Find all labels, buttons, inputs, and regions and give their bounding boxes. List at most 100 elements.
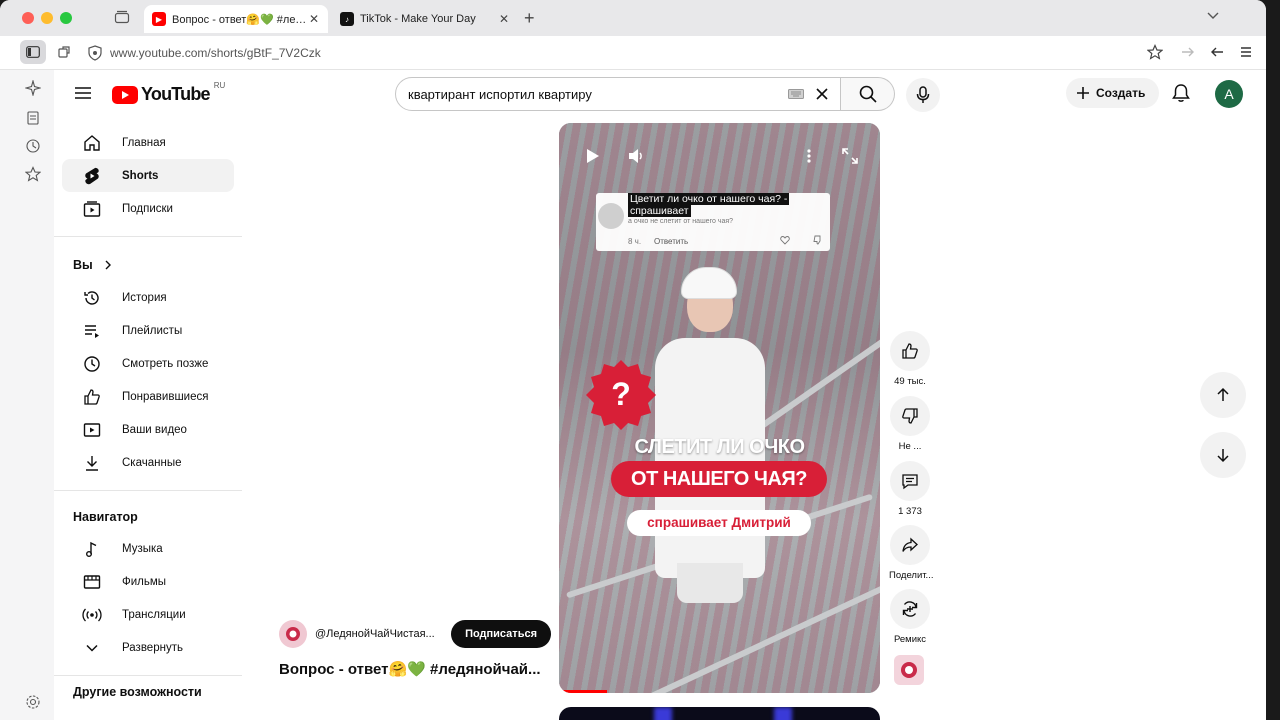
tab-tiktok[interactable]: ♪ TikTok - Make Your Day ✕ (332, 5, 518, 33)
browser-side-rail (0, 70, 54, 720)
nav-item-label: Плейлисты (122, 324, 183, 337)
nav-item-you[interactable]: Вы (62, 248, 234, 281)
reader-icon[interactable] (25, 110, 41, 126)
favorites-star-icon[interactable] (25, 166, 41, 182)
minimize-window-button[interactable] (41, 12, 53, 24)
browser-menu-icon[interactable] (1238, 44, 1254, 60)
comments-action[interactable]: 1 373 (889, 461, 931, 517)
channel-name[interactable]: @ЛедянойЧайЧистая... (315, 628, 441, 640)
divider (54, 490, 242, 491)
sound-thumbnail[interactable] (894, 655, 924, 685)
nav-item-subscriptions[interactable]: Подписки (62, 192, 234, 225)
home-icon (84, 134, 100, 151)
nav-item-your-videos[interactable]: Ваши видео (62, 413, 234, 446)
nav-item-label: Shorts (122, 169, 159, 182)
sound-logo-icon (901, 662, 917, 678)
clear-search-icon[interactable] (816, 88, 828, 100)
nav-item-shorts[interactable]: Shorts (62, 159, 234, 192)
extension-icon[interactable] (57, 45, 71, 59)
close-window-button[interactable] (22, 12, 34, 24)
tab-youtube[interactable]: ▶ Вопрос - ответ🤗💚 #ледянойч ✕ (144, 5, 328, 33)
nav-item-expand[interactable]: Развернуть (62, 631, 234, 664)
playback-progress[interactable] (559, 690, 608, 693)
nav-item-watch-later[interactable]: Смотреть позже (62, 347, 234, 380)
share-action[interactable]: Поделит... (889, 525, 934, 581)
close-tab-icon[interactable]: ✕ (308, 12, 320, 26)
nav-item-movies[interactable]: Фильмы (62, 565, 234, 598)
movies-icon (83, 574, 101, 589)
nav-item-label: Музыка (122, 542, 163, 555)
remix-label: Ремикс (893, 634, 927, 645)
nav-item-downloads[interactable]: Скачанные (62, 446, 234, 479)
youtube-icon: ▶ (152, 12, 166, 26)
nav-item-liked[interactable]: Понравившиеся (62, 380, 234, 413)
comment-text: а очко не слетит от нашего чая? (628, 218, 734, 225)
share-label: Поделит... (889, 570, 934, 581)
shorts-icon (85, 167, 99, 184)
nav-item-playlists[interactable]: Плейлисты (62, 314, 234, 347)
shorts-player[interactable]: Цветит ли очко от нашего чая? - спрашива… (559, 123, 880, 693)
nav-item-live[interactable]: Трансляции (62, 598, 234, 631)
play-icon[interactable] (583, 147, 601, 165)
commenter-avatar (598, 203, 624, 229)
nav-item-label: История (122, 291, 167, 304)
history-clock-icon[interactable] (25, 138, 41, 154)
heart-icon (780, 236, 790, 245)
keyboard-icon[interactable] (788, 89, 804, 99)
search-bar: квартирант испортил квартиру (395, 77, 895, 111)
url-field[interactable]: www.youtube.com/shorts/gBtF_7V2Czk (110, 46, 321, 60)
voice-search-button[interactable] (906, 78, 940, 112)
nav-item-music[interactable]: Музыка (62, 532, 234, 565)
channel-avatar[interactable] (279, 620, 307, 648)
nav-item-label: Фильмы (122, 575, 167, 588)
comment-reply: Ответить (654, 237, 689, 246)
search-query-text: квартирант испортил квартиру (408, 86, 592, 102)
arrow-down-icon (1217, 449, 1229, 463)
close-tab-icon[interactable]: ✕ (498, 12, 510, 26)
channel-logo-icon (286, 627, 300, 641)
back-icon[interactable] (1209, 44, 1225, 60)
maximize-window-button[interactable] (60, 12, 72, 24)
create-button[interactable]: Создать (1066, 78, 1160, 108)
bookmark-star-icon[interactable] (1147, 44, 1163, 60)
search-button[interactable] (841, 77, 895, 111)
nav-item-label: Понравившиеся (122, 390, 209, 403)
settings-gear-icon[interactable] (25, 694, 41, 710)
remix-action[interactable]: Ремикс (889, 589, 931, 645)
short-title[interactable]: Вопрос - ответ🤗💚 #ледянойчай... (279, 660, 551, 678)
notifications-bell-icon[interactable] (1172, 83, 1190, 103)
subscribe-button[interactable]: Подписаться (451, 620, 551, 648)
like-action[interactable]: 49 тыс. (889, 331, 931, 387)
watch-later-icon (84, 355, 100, 372)
sidebar-toggle-button[interactable] (20, 40, 46, 64)
tab-list-chevron-icon[interactable] (1206, 8, 1220, 22)
shield-icon[interactable] (88, 45, 102, 61)
dislike-action[interactable]: Не ... (889, 396, 931, 452)
browser-window: ▶ Вопрос - ответ🤗💚 #ледянойч ✕ ♪ TikTok … (0, 0, 1266, 720)
tab-bar: ▶ Вопрос - ответ🤗💚 #ледянойч ✕ ♪ TikTok … (0, 0, 1266, 36)
arrow-up-icon (1217, 387, 1229, 401)
next-short-preview[interactable] (559, 707, 880, 720)
more-options-icon[interactable] (803, 147, 815, 165)
volume-icon[interactable] (627, 147, 645, 165)
tab-overview-icon[interactable] (114, 10, 130, 24)
nav-item-history[interactable]: История (62, 281, 234, 314)
nav-item-home[interactable]: Главная (62, 126, 234, 159)
svg-text:?: ? (611, 376, 631, 412)
youtube-logo[interactable]: YouTube RU (112, 81, 225, 105)
microphone-icon (916, 86, 930, 103)
forward-icon[interactable] (1180, 44, 1196, 60)
fullscreen-icon[interactable] (841, 147, 859, 165)
hamburger-menu-icon[interactable] (74, 86, 92, 100)
search-input[interactable]: квартирант испортил квартиру (395, 77, 841, 111)
comment-count: 1 373 (898, 506, 922, 517)
comment-sticker: Цветит ли очко от нашего чая? - спрашива… (596, 193, 830, 251)
previous-short-button[interactable] (1200, 372, 1246, 418)
account-avatar[interactable]: A (1215, 80, 1243, 108)
new-tab-icon[interactable]: + (524, 8, 535, 29)
next-short-button[interactable] (1200, 432, 1246, 478)
caption-line-3: спрашивает Дмитрий (627, 510, 811, 536)
sparkle-icon[interactable] (25, 80, 41, 96)
nav-item-label: Главная (122, 136, 166, 149)
navigator-heading: Навигатор (73, 510, 138, 524)
